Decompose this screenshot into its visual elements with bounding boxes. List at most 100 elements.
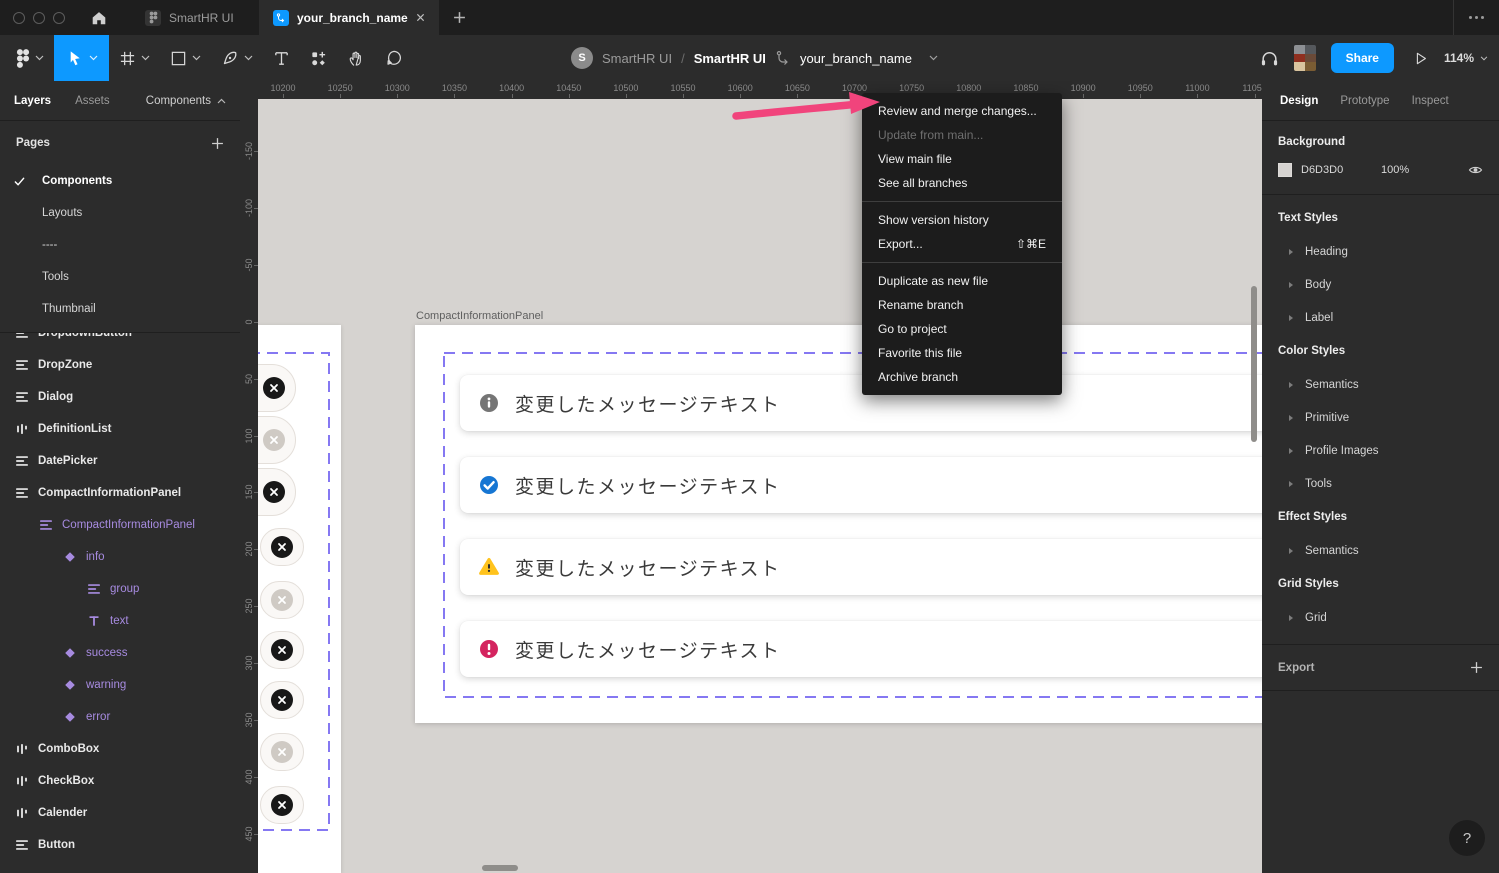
layer-row[interactable]: warning — [0, 669, 240, 701]
layer-row[interactable]: CompactInformationPanel — [0, 509, 240, 541]
window-tabs: SmartHR UI your_branch_name — [131, 0, 439, 35]
hand-tool-button[interactable] — [337, 35, 375, 81]
frame-title[interactable]: CompactInformationPanel — [416, 310, 543, 322]
menu-item[interactable]: Favorite this file — [862, 341, 1062, 365]
background-opacity-value[interactable]: 100% — [1381, 164, 1409, 176]
comment-tool-button[interactable] — [375, 35, 413, 81]
style-item[interactable]: Semantics — [1262, 368, 1499, 401]
close-pill-button[interactable] — [260, 631, 304, 669]
layer-row[interactable]: CompactInformationPanel — [0, 477, 240, 509]
menu-item[interactable]: Review and merge changes... — [862, 99, 1062, 123]
breadcrumb-file[interactable]: SmartHR UI — [694, 51, 766, 66]
page-row[interactable]: Layouts — [0, 197, 240, 229]
frame-tool-button[interactable] — [109, 35, 160, 81]
add-export-button[interactable] — [1470, 661, 1483, 674]
tab-close-button[interactable] — [416, 13, 425, 22]
new-tab-button[interactable] — [439, 0, 481, 35]
pen-tool-button[interactable] — [211, 35, 263, 81]
close-pill-button[interactable] — [260, 528, 304, 566]
page-row[interactable]: Tools — [0, 261, 240, 293]
main-menu-button[interactable] — [6, 35, 54, 81]
window-fullscreen-button[interactable] — [53, 12, 65, 24]
ruler-tick — [1197, 94, 1198, 98]
page-selector[interactable]: Components — [146, 95, 226, 107]
help-button[interactable]: ? — [1449, 820, 1485, 856]
window-minimize-button[interactable] — [33, 12, 45, 24]
layer-row[interactable]: error — [0, 701, 240, 733]
menu-item[interactable]: View main file — [862, 147, 1062, 171]
tab-inspect[interactable]: Inspect — [1412, 95, 1449, 107]
layer-row[interactable]: DatePicker — [0, 445, 240, 477]
style-item[interactable]: Grid — [1262, 601, 1499, 634]
style-item[interactable]: Body — [1262, 268, 1499, 301]
page-row[interactable]: ---- — [0, 229, 240, 261]
text-tool-button[interactable] — [263, 35, 300, 81]
layer-row[interactable]: success — [0, 637, 240, 669]
menu-item[interactable]: See all branches — [862, 171, 1062, 195]
vertical-scrollbar[interactable] — [1251, 286, 1257, 442]
style-item[interactable]: Primitive — [1262, 401, 1499, 434]
menu-item[interactable]: Duplicate as new file — [862, 269, 1062, 293]
audio-headphones-button[interactable] — [1260, 49, 1279, 67]
style-item[interactable]: Heading — [1262, 235, 1499, 268]
layer-row[interactable]: group — [0, 573, 240, 605]
component-tool-button[interactable] — [300, 35, 337, 81]
tab-layers[interactable]: Layers — [14, 95, 51, 107]
layer-label: Calender — [38, 807, 87, 819]
tab-design[interactable]: Design — [1280, 95, 1318, 107]
tab-prototype[interactable]: Prototype — [1340, 95, 1389, 107]
window-close-button[interactable] — [13, 12, 25, 24]
layer-row[interactable]: CheckBox — [0, 765, 240, 797]
layer-row[interactable]: DefinitionList — [0, 413, 240, 445]
shape-tool-button[interactable] — [160, 35, 211, 81]
page-row[interactable]: Components — [0, 165, 240, 197]
layer-row[interactable]: Button — [0, 829, 240, 861]
add-page-button[interactable] — [211, 137, 224, 150]
window-tab[interactable]: SmartHR UI — [131, 0, 259, 35]
visibility-toggle[interactable] — [1468, 163, 1483, 177]
window-overflow-button[interactable] — [1453, 0, 1499, 35]
chevron-down-icon[interactable] — [929, 55, 938, 61]
menu-item[interactable]: Export... ⇧⌘E — [862, 232, 1062, 256]
layer-row[interactable]: DropZone — [0, 349, 240, 381]
layer-row[interactable]: Dialog — [0, 381, 240, 413]
menu-item[interactable]: Show version history — [862, 208, 1062, 232]
layer-row[interactable]: text — [0, 605, 240, 637]
layer-row[interactable]: DropdownButton — [0, 333, 240, 349]
style-item[interactable]: Profile Images — [1262, 434, 1499, 467]
breadcrumb-branch[interactable]: your_branch_name — [800, 51, 912, 66]
move-tool-button[interactable] — [54, 35, 109, 81]
compact-information-panel-frame[interactable]: 変更したメッセージテキスト 変更したメッセージテキスト 変更したメッセージテキス… — [415, 325, 1262, 723]
canvas[interactable]: CompactInformationPanel 変更したメッセージテキスト 変更… — [240, 81, 1262, 873]
close-pill-button[interactable] — [260, 786, 304, 824]
zoom-level-control[interactable]: 114% — [1444, 51, 1488, 65]
background-color-row[interactable]: D6D3D0 100% — [1278, 163, 1483, 177]
present-button[interactable] — [1413, 50, 1429, 67]
menu-item[interactable]: Archive branch — [862, 365, 1062, 389]
page-row[interactable]: Thumbnail — [0, 293, 240, 325]
close-pill-button[interactable] — [260, 733, 304, 771]
disclosure-triangle-icon — [1289, 548, 1293, 554]
home-button[interactable] — [81, 0, 117, 35]
tab-assets[interactable]: Assets — [75, 95, 110, 107]
close-pill-button[interactable] — [260, 581, 304, 619]
menu-item[interactable]: Rename branch — [862, 293, 1062, 317]
horizontal-scrollbar[interactable] — [482, 865, 518, 871]
menu-item[interactable]: Go to project — [862, 317, 1062, 341]
close-pill-button[interactable] — [260, 681, 304, 719]
style-item[interactable]: Semantics — [1262, 534, 1499, 567]
color-swatch[interactable] — [1278, 163, 1292, 177]
window-tab[interactable]: your_branch_name — [259, 0, 439, 35]
ruler-label: 11050 — [1242, 83, 1262, 93]
share-button[interactable]: Share — [1331, 43, 1394, 73]
breadcrumb-project[interactable]: SmartHR UI — [602, 51, 672, 66]
background-hex-value[interactable]: D6D3D0 — [1301, 164, 1365, 176]
ruler-tick — [254, 322, 258, 323]
layer-row[interactable]: Calender — [0, 797, 240, 829]
style-item[interactable]: Tools — [1262, 467, 1499, 500]
partial-frame[interactable] — [258, 325, 341, 873]
style-item[interactable]: Label — [1262, 301, 1499, 334]
layer-row[interactable]: info — [0, 541, 240, 573]
layer-row[interactable]: ComboBox — [0, 733, 240, 765]
user-avatar[interactable] — [1294, 45, 1316, 71]
